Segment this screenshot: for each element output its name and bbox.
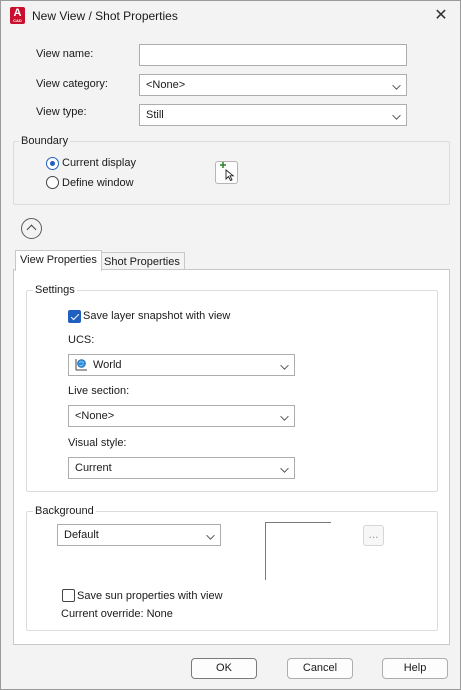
view-properties-panel: Settings Save layer snapshot with view U… xyxy=(13,269,450,645)
save-layer-snapshot-label[interactable]: Save layer snapshot with view xyxy=(83,310,230,322)
pick-window-icon xyxy=(220,162,235,182)
current-display-radio[interactable] xyxy=(46,157,59,170)
collapse-chevron-up-icon[interactable] xyxy=(21,218,42,239)
background-value: Default xyxy=(64,529,99,541)
view-type-value: Still xyxy=(146,109,164,121)
chevron-down-icon xyxy=(392,81,401,90)
ucs-value: World xyxy=(93,359,122,371)
define-window-pick-button[interactable] xyxy=(215,161,238,184)
title-bar: A CAD New View / Shot Properties ✕ xyxy=(1,1,460,32)
define-window-label[interactable]: Define window xyxy=(62,177,134,189)
chevron-down-icon xyxy=(280,361,289,370)
chevron-down-icon xyxy=(206,531,215,540)
ucs-dropdown[interactable]: World xyxy=(68,354,295,376)
view-category-dropdown[interactable]: <None> xyxy=(139,74,407,96)
background-browse-button[interactable]: ... xyxy=(363,525,384,546)
live-section-dropdown[interactable]: <None> xyxy=(68,405,295,427)
live-section-value: <None> xyxy=(75,410,115,422)
background-group-title: Background xyxy=(33,505,96,517)
visual-style-dropdown[interactable]: Current xyxy=(68,457,295,479)
help-button[interactable]: Help xyxy=(382,658,448,679)
ucs-label: UCS: xyxy=(68,334,95,346)
view-category-value: <None> xyxy=(146,79,186,91)
chevron-down-icon xyxy=(280,464,289,473)
settings-group-title: Settings xyxy=(33,284,77,296)
cancel-button[interactable]: Cancel xyxy=(287,658,353,679)
view-type-label: View type: xyxy=(36,106,87,118)
define-window-radio[interactable] xyxy=(46,176,59,189)
background-preview xyxy=(265,522,331,580)
live-section-label: Live section: xyxy=(68,385,130,397)
ok-button[interactable]: OK xyxy=(191,658,257,679)
view-category-label: View category: xyxy=(36,78,108,90)
dialog-window: A CAD New View / Shot Properties ✕ View … xyxy=(0,0,461,690)
chevron-down-icon xyxy=(392,111,401,120)
visual-style-value: Current xyxy=(75,462,112,474)
current-override-text: Current override: None xyxy=(61,608,173,620)
background-dropdown[interactable]: Default xyxy=(57,524,221,546)
tab-view-properties[interactable]: View Properties xyxy=(15,250,102,271)
view-name-input[interactable] xyxy=(139,44,407,66)
chevron-down-icon xyxy=(280,412,289,421)
view-type-dropdown[interactable]: Still xyxy=(139,104,407,126)
save-sun-properties-checkbox[interactable] xyxy=(62,589,75,602)
view-name-label: View name: xyxy=(36,48,94,60)
current-display-label[interactable]: Current display xyxy=(62,157,136,169)
save-sun-properties-label[interactable]: Save sun properties with view xyxy=(77,590,223,602)
close-icon[interactable]: ✕ xyxy=(428,4,454,28)
world-ucs-icon xyxy=(75,359,87,371)
autocad-app-icon: A CAD xyxy=(10,7,25,24)
dialog-title: New View / Shot Properties xyxy=(32,9,178,23)
save-layer-snapshot-checkbox[interactable] xyxy=(68,310,81,323)
visual-style-label: Visual style: xyxy=(68,437,127,449)
boundary-group-title: Boundary xyxy=(19,135,71,147)
